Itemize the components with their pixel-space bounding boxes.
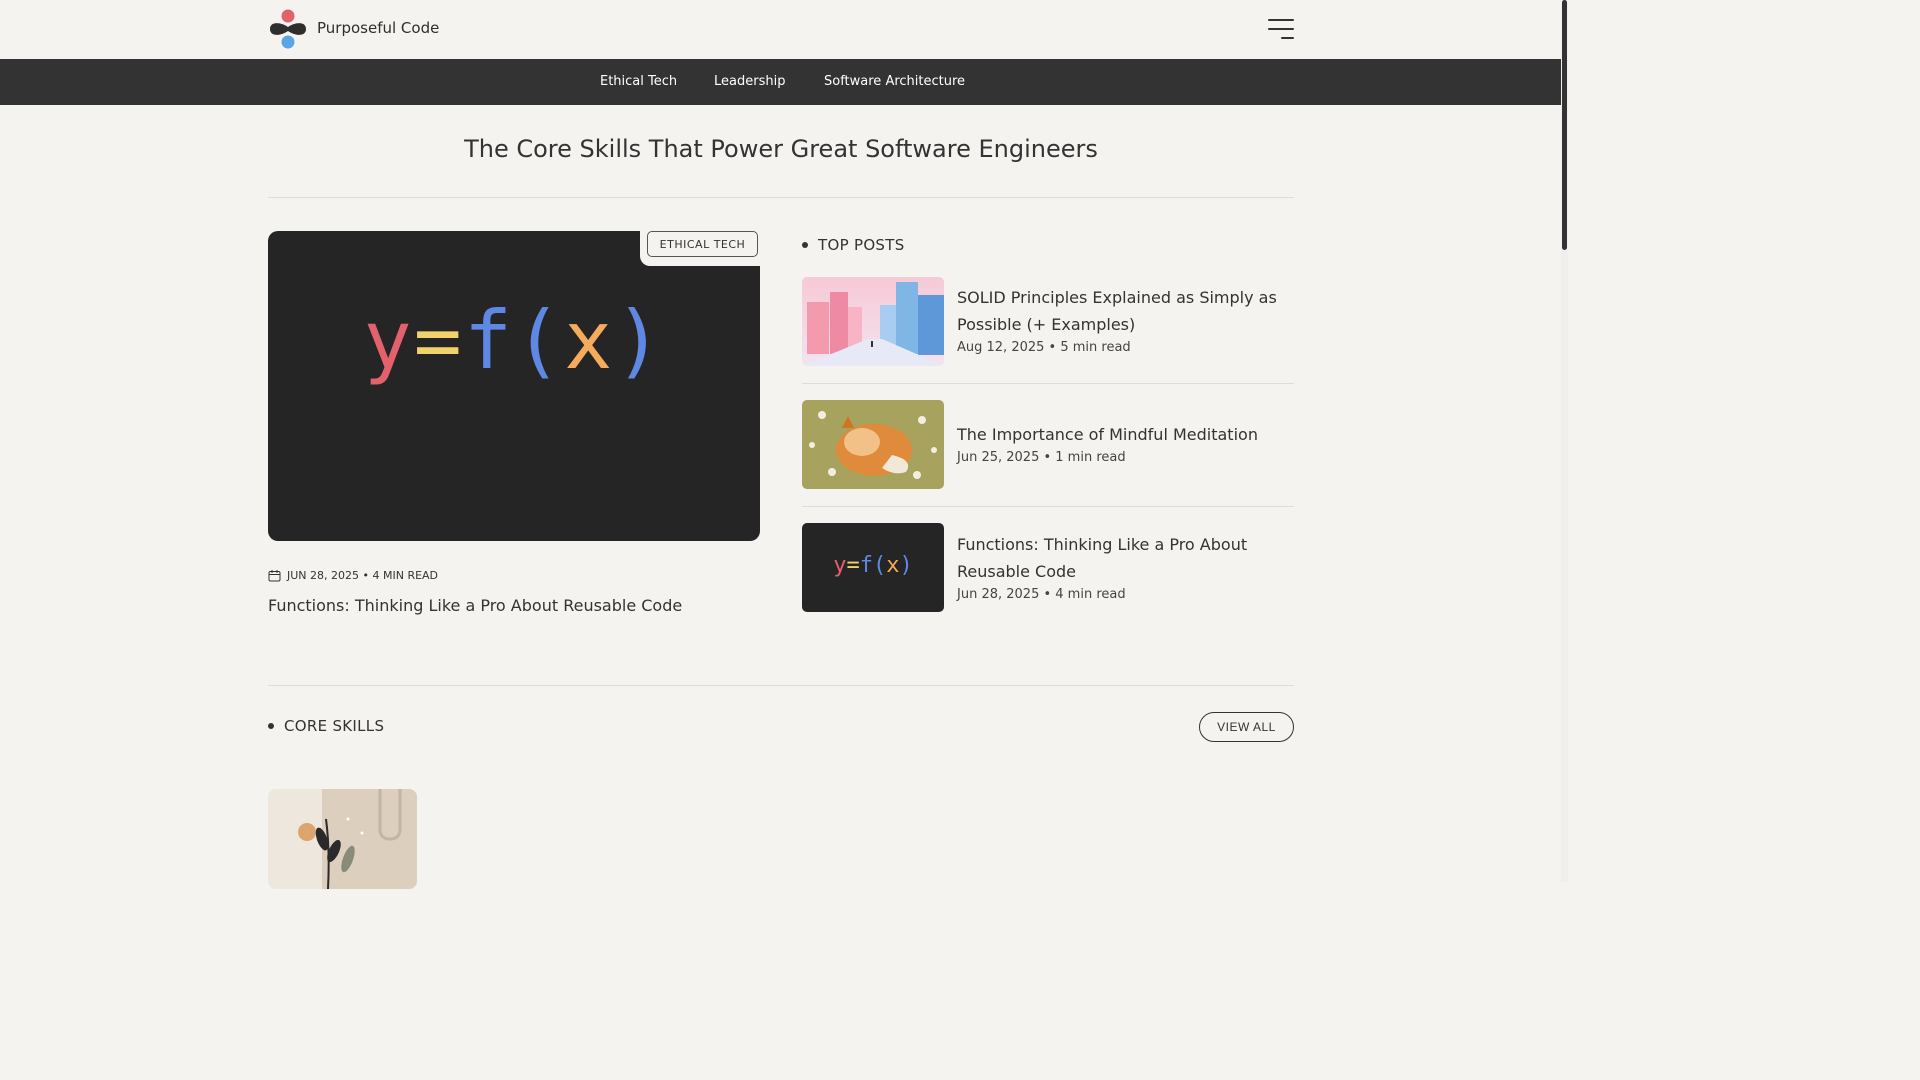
post-thumbnail[interactable]: y=f(x): [802, 523, 944, 612]
bullet-dot: [268, 723, 274, 729]
post-meta: Jun 25, 2025 • 1 min read: [957, 450, 1126, 465]
post-title[interactable]: SOLID Principles Explained as Simply as …: [957, 284, 1287, 338]
site-name[interactable]: Purposeful Code: [317, 19, 439, 37]
section-divider: [268, 685, 1294, 686]
post-thumbnail[interactable]: [802, 400, 944, 489]
post-title[interactable]: Functions: Thinking Like a Pro About Reu…: [957, 531, 1287, 585]
top-posts-label: TOP POSTS: [802, 236, 905, 254]
nav-item-leadership[interactable]: Leadership: [714, 74, 785, 89]
site-header: Purposeful Code: [0, 0, 1561, 59]
post-divider: [802, 383, 1294, 384]
bullet-dot: [802, 242, 808, 248]
page-title: The Core Skills That Power Great Softwar…: [464, 135, 1098, 163]
formula-graphic: y=f(x): [363, 294, 665, 387]
post-thumbnail[interactable]: [802, 277, 944, 366]
post-item[interactable]: The Importance of Mindful Meditation Jun…: [802, 400, 1294, 510]
hamburger-menu-icon[interactable]: [1268, 17, 1294, 41]
featured-image[interactable]: y=f(x): [268, 231, 760, 541]
title-divider: [268, 197, 1294, 198]
nav-item-ethical-tech[interactable]: Ethical Tech: [600, 74, 677, 89]
featured-title[interactable]: Functions: Thinking Like a Pro About Reu…: [268, 596, 682, 615]
post-title[interactable]: The Importance of Mindful Meditation: [957, 421, 1287, 448]
post-meta: Aug 12, 2025 • 5 min read: [957, 340, 1131, 355]
skill-card-image[interactable]: [268, 789, 417, 889]
post-item[interactable]: y=f(x) Functions: Thinking Like a Pro Ab…: [802, 523, 1294, 633]
page-scrollbar[interactable]: [1561, 0, 1568, 882]
post-divider: [802, 506, 1294, 507]
post-item[interactable]: SOLID Principles Explained as Simply as …: [802, 277, 1294, 387]
scrollbar-thumb[interactable]: [1562, 0, 1567, 250]
logo-icon[interactable]: [268, 9, 308, 49]
view-all-button[interactable]: VIEW ALL: [1199, 712, 1294, 742]
featured-meta: JUN 28, 2025 • 4 MIN READ: [268, 569, 438, 582]
post-meta: Jun 28, 2025 • 4 min read: [957, 587, 1126, 602]
nav-item-software-architecture[interactable]: Software Architecture: [824, 74, 965, 89]
featured-date: JUN 28, 2025 • 4 MIN READ: [287, 569, 439, 582]
category-nav: Ethical Tech Leadership Software Archite…: [0, 59, 1561, 105]
calendar-icon: [268, 570, 281, 582]
core-skills-label: CORE SKILLS: [268, 717, 384, 735]
category-tag[interactable]: ETHICAL TECH: [647, 231, 758, 257]
